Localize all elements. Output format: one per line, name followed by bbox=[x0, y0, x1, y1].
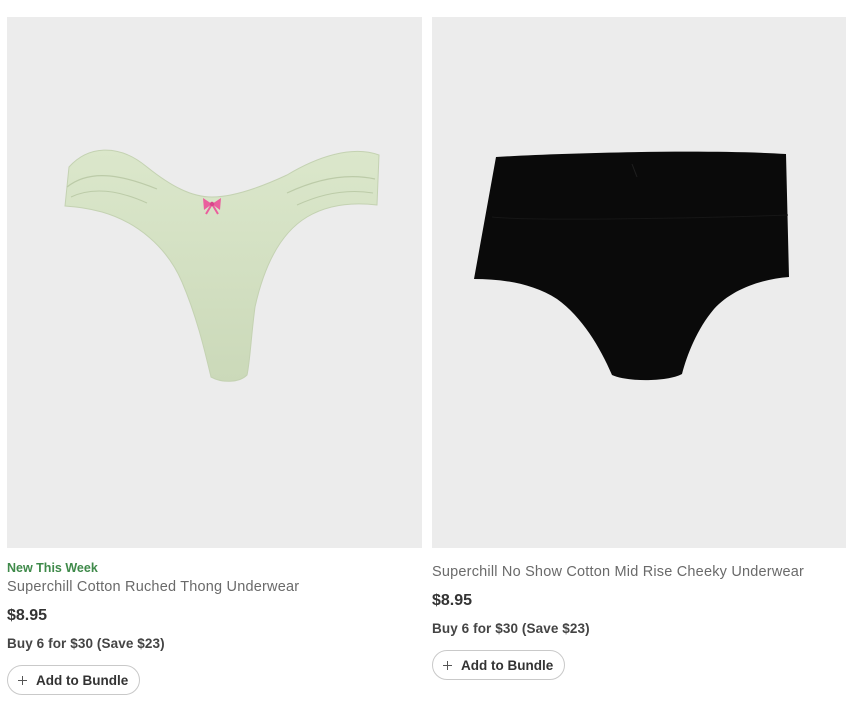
product-name[interactable]: Superchill No Show Cotton Mid Rise Cheek… bbox=[432, 563, 846, 581]
add-to-bundle-button[interactable]: Add to Bundle bbox=[7, 665, 141, 695]
plus-icon bbox=[18, 675, 27, 685]
product-image-cheeky[interactable] bbox=[432, 17, 846, 548]
product-image-thong[interactable] bbox=[7, 17, 422, 548]
thong-illustration bbox=[64, 149, 380, 382]
add-to-bundle-label: Add to Bundle bbox=[36, 672, 129, 688]
add-to-bundle-button[interactable]: Add to Bundle bbox=[432, 650, 566, 680]
promo-text: Buy 6 for $30 (Save $23) bbox=[432, 621, 590, 636]
product-name[interactable]: Superchill Cotton Ruched Thong Underwear bbox=[7, 578, 422, 596]
cheeky-illustration bbox=[474, 151, 789, 381]
product-card[interactable]: Superchill No Show Cotton Mid Rise Cheek… bbox=[432, 17, 846, 680]
product-price: $8.95 bbox=[432, 592, 473, 609]
product-card[interactable]: New This Week Superchill Cotton Ruched T… bbox=[7, 17, 422, 695]
product-price: $8.95 bbox=[7, 607, 48, 624]
plus-icon bbox=[443, 660, 452, 670]
new-badge: New This Week bbox=[7, 561, 98, 575]
add-to-bundle-label: Add to Bundle bbox=[461, 657, 554, 673]
promo-text: Buy 6 for $30 (Save $23) bbox=[7, 636, 165, 651]
